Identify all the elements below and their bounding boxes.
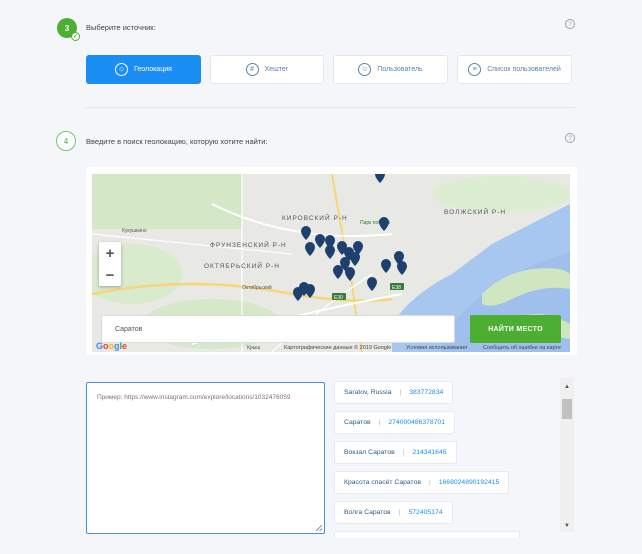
step-4-title: Введите в поиск геолокацию, которую хоти… bbox=[86, 137, 268, 146]
step-3-number: 3 bbox=[64, 23, 70, 33]
url-placeholder: Пример: https://www.instagram.com/explor… bbox=[97, 394, 291, 401]
result-name: Волга Саратов bbox=[344, 509, 391, 516]
result-id: 274000486378701 bbox=[388, 419, 446, 426]
list-item[interactable] bbox=[334, 531, 520, 538]
results-scrollbar[interactable]: ▲ ▼ bbox=[560, 378, 574, 532]
map-place-label: Кукушкино bbox=[122, 228, 147, 234]
district-label: ВОЛЖСКИЙ Р-Н bbox=[444, 207, 506, 216]
source-label: Хештег bbox=[264, 66, 289, 73]
result-name: Саратов bbox=[344, 419, 371, 426]
step-3-badge: 3 ✓ bbox=[57, 18, 80, 41]
result-name: Saratov, Russia bbox=[344, 389, 392, 396]
section-divider bbox=[85, 107, 575, 108]
resize-grip-icon[interactable] bbox=[316, 525, 322, 531]
source-label: Список пользователей bbox=[487, 66, 561, 73]
road-badge: E38 bbox=[392, 285, 401, 291]
scroll-thumb[interactable] bbox=[562, 399, 572, 419]
find-place-button[interactable]: НАЙТИ МЕСТО bbox=[470, 315, 561, 343]
map-terms-link[interactable]: Условия использования bbox=[406, 345, 467, 351]
separator: | bbox=[428, 479, 431, 486]
list-item[interactable]: Волга Саратов | 572405174 bbox=[334, 501, 453, 524]
road-badge: E30 bbox=[334, 295, 343, 301]
location-pin-icon: ⬦ bbox=[115, 63, 129, 76]
location-search-input[interactable]: Саратов bbox=[101, 315, 455, 343]
source-user-button[interactable]: ☺ Пользователь bbox=[333, 55, 448, 84]
separator: | bbox=[398, 509, 401, 516]
step-3-title: Выберите источник: bbox=[86, 23, 156, 32]
list-item[interactable]: Красота спасёт Саратов | 166802489019241… bbox=[334, 471, 510, 494]
zoom-control: + − bbox=[99, 242, 121, 286]
zoom-in-button[interactable]: + bbox=[99, 242, 121, 264]
scroll-up-icon[interactable]: ▲ bbox=[560, 381, 574, 393]
list-icon: ≡ bbox=[468, 63, 482, 76]
separator: | bbox=[378, 419, 381, 426]
help-icon[interactable]: ? bbox=[565, 19, 575, 29]
results-list: Saratov, Russia | 383772834 Саратов | 27… bbox=[334, 378, 558, 538]
result-name: Вокзал Саратов bbox=[344, 449, 395, 456]
result-id: 214341645 bbox=[412, 449, 447, 456]
map-data-credit: Картографические данные © 2019 Google bbox=[284, 345, 392, 351]
user-icon: ☺ bbox=[358, 63, 372, 76]
map-place-label: Крыш bbox=[247, 345, 260, 351]
separator: | bbox=[399, 389, 402, 396]
step-4-badge: 4 bbox=[56, 131, 76, 151]
result-id: 572405174 bbox=[408, 509, 443, 516]
zoom-out-button[interactable]: − bbox=[99, 264, 121, 286]
list-item[interactable]: Саратов | 274000486378701 bbox=[334, 411, 456, 434]
district-label: ФРУНЗЕНСКИЙ Р-Н bbox=[210, 240, 287, 249]
source-label: Геолокация bbox=[134, 66, 172, 73]
source-label: Пользователь bbox=[377, 66, 423, 73]
separator: | bbox=[402, 449, 405, 456]
result-id: 383772834 bbox=[409, 389, 444, 396]
result-id: 1668024890192415 bbox=[438, 479, 500, 486]
help-icon[interactable]: ? bbox=[565, 133, 575, 143]
list-item[interactable]: Saratov, Russia | 383772834 bbox=[334, 381, 454, 404]
list-item[interactable]: Вокзал Саратов | 214341645 bbox=[334, 441, 457, 464]
step-4-number: 4 bbox=[63, 136, 69, 146]
map-place-label: Октябрьский bbox=[242, 284, 272, 291]
district-label: ОКТЯБРЬСКИЙ Р-Н bbox=[204, 261, 280, 270]
scroll-down-icon[interactable]: ▼ bbox=[560, 520, 574, 532]
check-icon: ✓ bbox=[71, 32, 80, 41]
map-report-link[interactable]: Сообщить об ошибке на карте bbox=[483, 345, 561, 351]
source-userlist-button[interactable]: ≡ Список пользователей bbox=[457, 55, 572, 84]
location-url-textarea[interactable]: Пример: https://www.instagram.com/explor… bbox=[86, 382, 325, 534]
source-geolocation-button[interactable]: ⬦ Геолокация bbox=[86, 55, 201, 84]
source-hashtag-button[interactable]: # Хештег bbox=[210, 55, 324, 84]
google-logo: Google bbox=[96, 341, 128, 351]
district-label: КИРОВСКИЙ Р-Н bbox=[282, 213, 348, 222]
result-name: Красота спасёт Саратов bbox=[344, 479, 421, 486]
hash-icon: # bbox=[245, 63, 259, 76]
